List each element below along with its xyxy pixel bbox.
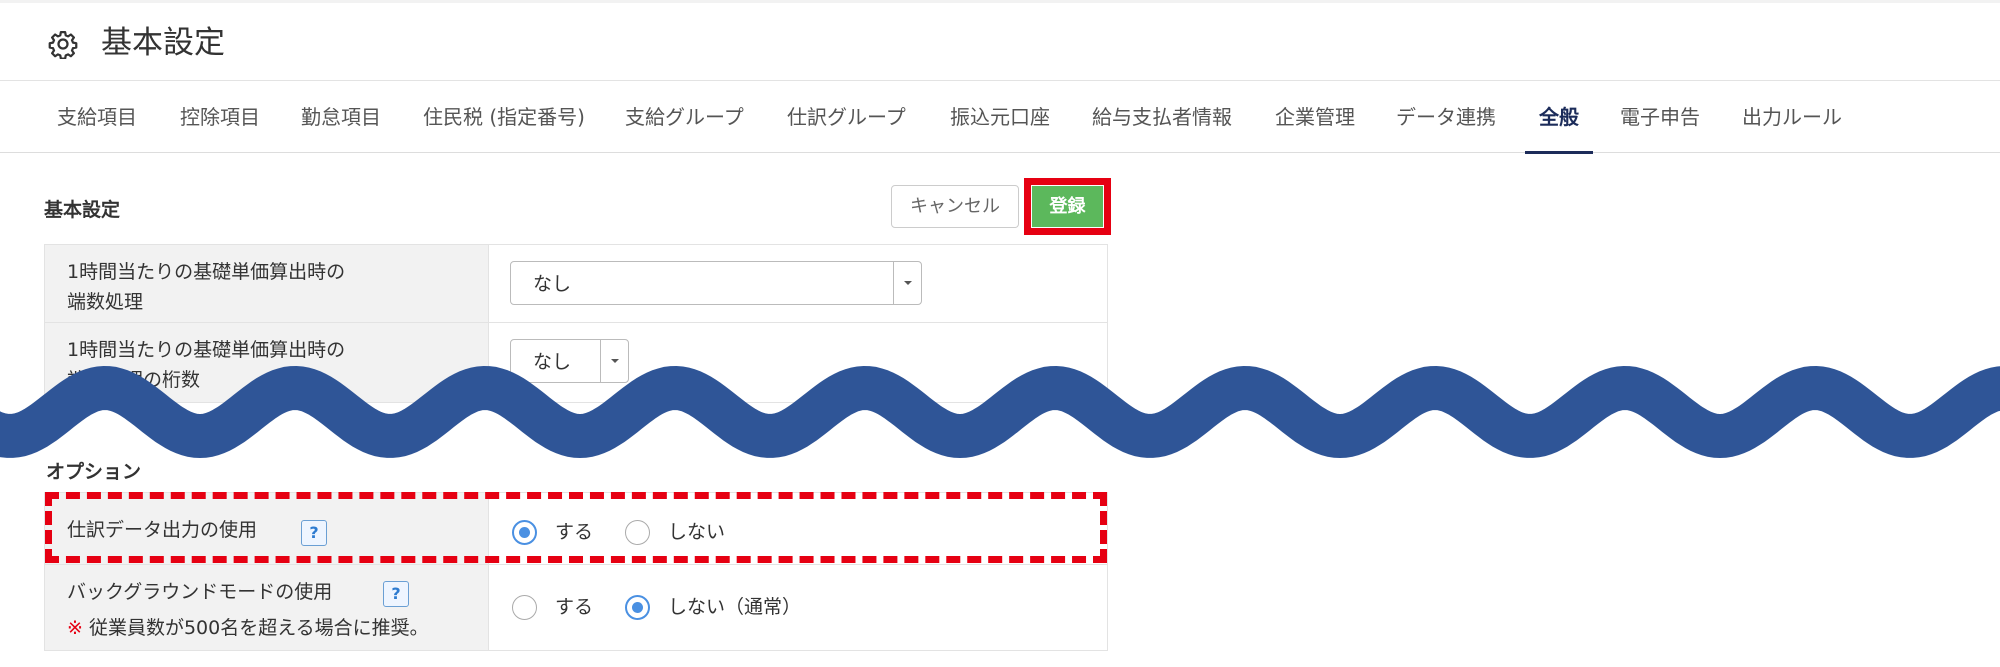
rounding-digits-select[interactable]: なし	[510, 339, 629, 383]
note-mark: ※	[67, 617, 83, 639]
background-mode-no-radio[interactable]	[625, 595, 650, 620]
journal-output-yes-label[interactable]: する	[555, 517, 593, 544]
tab-attendance-items[interactable]: 勤怠項目	[301, 82, 381, 153]
journal-output-yes-radio[interactable]	[512, 520, 537, 545]
cancel-button[interactable]: キャンセル	[891, 185, 1019, 228]
option-row-background-mode: バックグラウンドモードの使用 ? ※ 従業員数が500名を超える場合に推奨。 す…	[45, 565, 1107, 651]
option-row-journal-output: 仕訳データ出力の使用 ? する しない	[45, 493, 1107, 565]
tab-resident-tax[interactable]: 住民税 (指定番号)	[423, 82, 585, 153]
tab-e-filing[interactable]: 電子申告	[1620, 82, 1700, 153]
save-button[interactable]: 登録	[1031, 185, 1104, 228]
background-mode-yes-label[interactable]: する	[555, 592, 593, 619]
tab-transfer-account[interactable]: 振込元口座	[950, 82, 1050, 153]
tab-data-integration[interactable]: データ連携	[1396, 82, 1496, 153]
help-icon[interactable]: ?	[383, 581, 409, 607]
option-label-text: バックグラウンドモードの使用	[67, 581, 333, 603]
setting-row-rounding-digits: 1時間当たりの基礎単価算出時の 端数処理の桁数 なし	[45, 323, 1107, 403]
help-icon[interactable]: ?	[301, 520, 327, 546]
note-text: 従業員数が500名を超える場合に推奨。	[82, 617, 429, 639]
section-title-basic: 基本設定	[44, 199, 121, 221]
option-label: バックグラウンドモードの使用 ? ※ 従業員数が500名を超える場合に推奨。	[45, 565, 489, 650]
chevron-down-icon	[600, 340, 628, 382]
background-mode-no-label[interactable]: しない（通常）	[668, 592, 801, 619]
background-mode-note: ※ 従業員数が500名を超える場合に推奨。	[67, 613, 429, 640]
tab-payer-info[interactable]: 給与支払者情報	[1092, 82, 1232, 153]
tab-payment-items[interactable]: 支給項目	[57, 82, 137, 153]
save-button-highlight: 登録	[1024, 178, 1111, 235]
options-table: 仕訳データ出力の使用 ? する しない バックグラウンドモードの使用 ? ※ 従…	[44, 492, 1108, 651]
tab-company-management[interactable]: 企業管理	[1275, 82, 1355, 153]
page-title: 基本設定	[101, 25, 225, 61]
tab-bar: 支給項目 控除項目 勤怠項目 住民税 (指定番号) 支給グループ 仕訳グループ …	[0, 82, 2000, 154]
setting-label-line: 1時間当たりの基礎単価算出時の	[67, 261, 346, 283]
setting-label: 1時間当たりの基礎単価算出時の 端数処理の桁数	[45, 323, 489, 402]
tab-journal-group[interactable]: 仕訳グループ	[787, 82, 906, 153]
rounding-select-value: なし	[533, 273, 572, 295]
setting-label-line: 端数処理の桁数	[67, 369, 201, 391]
rounding-select[interactable]: なし	[510, 261, 922, 305]
tab-general[interactable]: 全般	[1525, 82, 1593, 154]
section-title-options: オプション	[46, 461, 142, 483]
option-label-text: 仕訳データ出力の使用	[67, 519, 258, 541]
setting-label: 1時間当たりの基礎単価算出時の 端数処理	[45, 245, 489, 322]
chevron-down-icon	[893, 262, 921, 304]
gear-icon	[48, 31, 78, 59]
basic-settings-table: 1時間当たりの基礎単価算出時の 端数処理 なし 1時間当たりの基礎単価算出時の …	[44, 244, 1108, 403]
page-header: 基本設定	[0, 3, 2000, 81]
rounding-digits-select-value: なし	[533, 351, 572, 373]
tab-deduction-items[interactable]: 控除項目	[180, 82, 260, 153]
setting-label-line: 1時間当たりの基礎単価算出時の	[67, 339, 346, 361]
tab-output-rules[interactable]: 出力ルール	[1742, 82, 1842, 153]
setting-row-rounding: 1時間当たりの基礎単価算出時の 端数処理 なし	[45, 245, 1107, 323]
setting-label-line: 端数処理	[67, 291, 144, 313]
journal-output-no-radio[interactable]	[625, 520, 650, 545]
background-mode-yes-radio[interactable]	[512, 595, 537, 620]
journal-output-no-label[interactable]: しない	[668, 517, 725, 544]
option-label: 仕訳データ出力の使用 ?	[45, 493, 489, 564]
tab-payment-group[interactable]: 支給グループ	[625, 82, 744, 153]
